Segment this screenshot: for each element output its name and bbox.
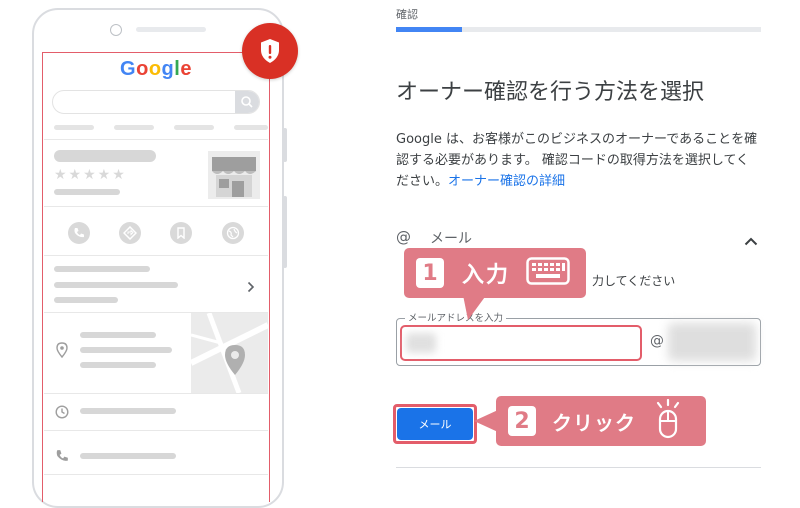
divider — [44, 206, 268, 207]
send-email-button[interactable]: メール — [397, 408, 473, 440]
mock-line — [54, 282, 178, 288]
location-pin-icon — [56, 342, 68, 362]
mock-line — [80, 332, 156, 338]
search-icon — [235, 91, 259, 113]
phone-speaker — [136, 27, 206, 32]
callout-label: 入力 — [462, 263, 511, 288]
callout-input: 1 入力 — [404, 248, 586, 298]
mock-line — [54, 297, 118, 303]
mini-map — [189, 312, 270, 397]
shield-alert-icon — [242, 23, 298, 79]
mock-line — [54, 266, 150, 272]
help-text: 力してください — [592, 274, 676, 288]
mock-search-bar — [52, 90, 260, 114]
divider — [396, 467, 761, 468]
logo-letter: e — [180, 58, 192, 80]
logo-letter: o — [136, 58, 149, 80]
mock-tab — [54, 125, 94, 130]
callout-step-number: 2 — [508, 406, 536, 436]
logo-letter: o — [148, 58, 162, 80]
divider — [44, 474, 268, 475]
website-icon — [222, 222, 244, 244]
storefront-icon — [208, 151, 260, 203]
divider — [44, 393, 268, 394]
mock-line — [80, 453, 176, 459]
method-label: メール — [430, 231, 472, 247]
callout-step-number: 1 — [416, 258, 444, 288]
phone-side-button — [283, 196, 287, 268]
phone-screen — [42, 52, 270, 502]
mock-tab — [174, 125, 214, 130]
logo-letter: g — [161, 58, 175, 80]
mock-category — [54, 189, 120, 195]
mock-line — [80, 347, 172, 353]
progress-bar — [396, 27, 761, 32]
mock-tab — [234, 125, 268, 130]
mock-business-name — [54, 150, 156, 162]
phone-side-button — [283, 128, 287, 162]
mock-line — [80, 408, 176, 414]
progress-fill — [396, 27, 462, 32]
chevron-right-icon — [247, 278, 255, 297]
mock-tab — [114, 125, 154, 130]
at-sign: @ — [650, 333, 664, 349]
step-label: 確認 — [396, 8, 418, 21]
redacted-domain — [668, 323, 756, 361]
callout-click: 2 クリック — [496, 396, 706, 446]
divider — [44, 255, 268, 256]
bookmark-icon — [170, 222, 192, 244]
divider — [44, 430, 268, 431]
clock-icon — [55, 404, 69, 423]
chevron-up-icon[interactable] — [744, 231, 758, 250]
phone-icon — [55, 448, 69, 467]
email-method-icon: @ — [396, 228, 411, 246]
rating-stars: ★★★★★ — [54, 167, 127, 183]
mouse-click-icon — [650, 398, 686, 443]
divider — [44, 139, 268, 140]
page-title: オーナー確認を行う方法を選択 — [396, 80, 705, 105]
email-input[interactable] — [400, 325, 642, 361]
keyboard-icon — [526, 257, 570, 289]
call-icon — [68, 222, 90, 244]
logo-text: Google — [120, 58, 192, 80]
callout-pointer — [474, 410, 498, 436]
page-description: Google は、お客様がこのビジネスのオーナーであることを確認する必要がありま… — [396, 129, 762, 192]
directions-icon — [119, 222, 141, 244]
google-logo: Google — [42, 58, 270, 81]
mock-line — [80, 362, 156, 368]
redacted-value — [406, 333, 436, 353]
logo-letter: G — [120, 58, 137, 80]
details-link[interactable]: オーナー確認の詳細 — [448, 174, 565, 189]
phone-camera — [110, 24, 122, 36]
callout-label: クリック — [552, 410, 636, 435]
